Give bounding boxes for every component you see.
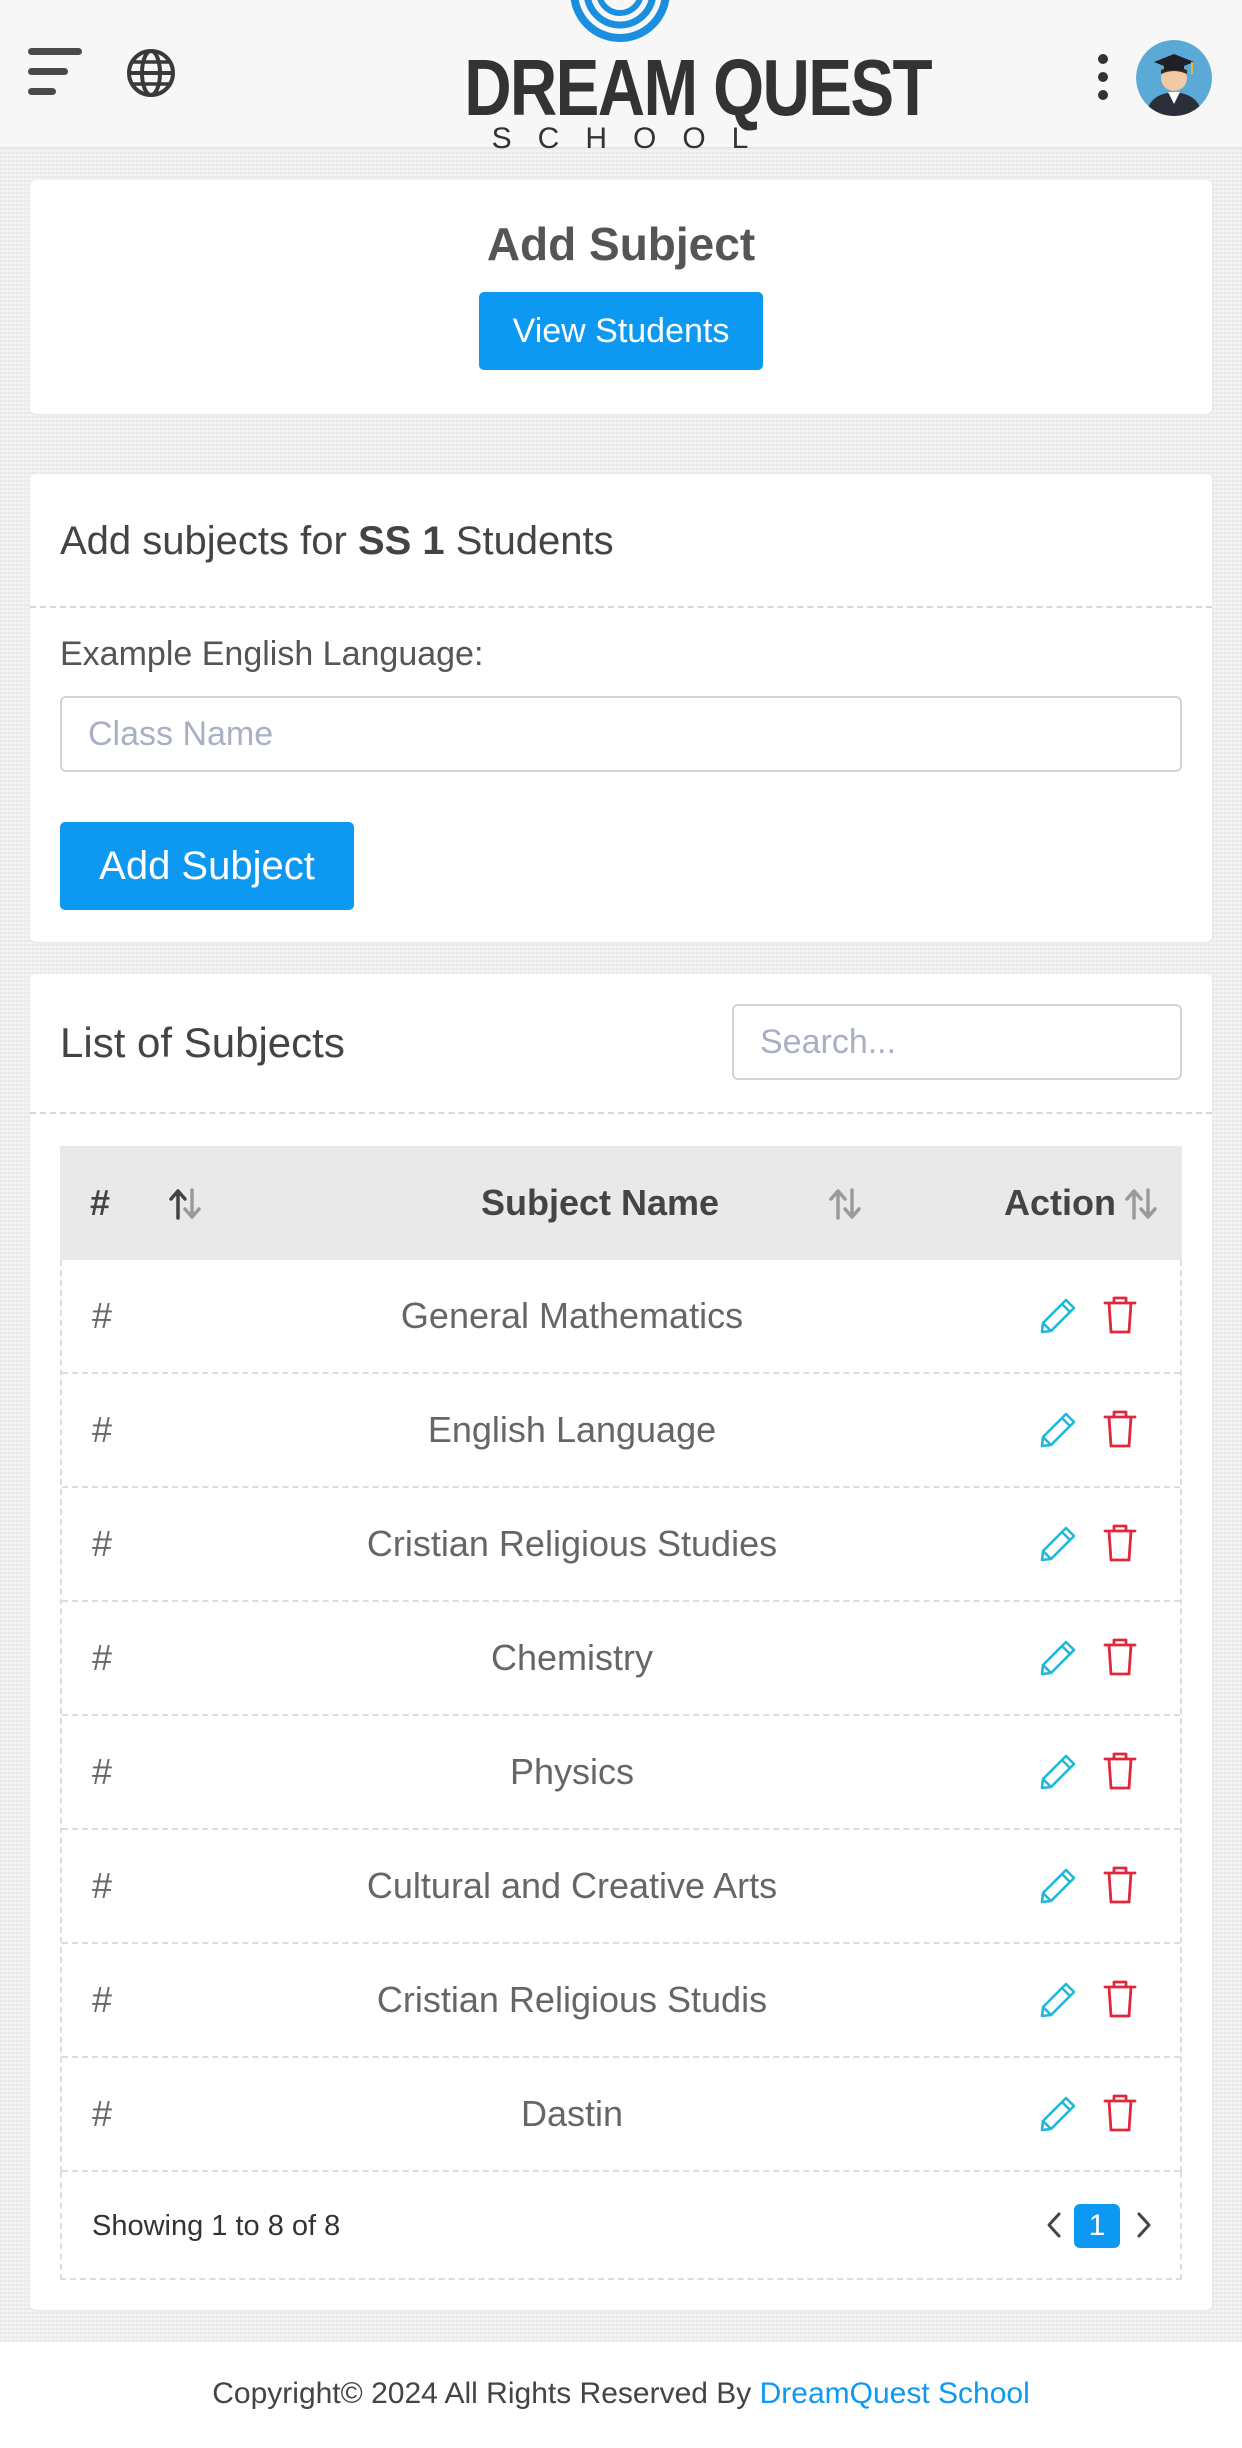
pencil-icon[interactable]: [1038, 1980, 1078, 2020]
row-subject-name: Cultural and Creative Arts: [366, 1865, 778, 1906]
table-row: # Cristian Religious Studies: [62, 1488, 1180, 1602]
form-heading: Add subjects for SS 1 Students: [60, 516, 614, 566]
brand-title: DREAM QUEST: [464, 43, 932, 132]
table-row: # General Mathematics: [62, 1260, 1180, 1374]
row-subject-name: General Mathematics: [400, 1295, 744, 1336]
trash-icon[interactable]: [1102, 1864, 1138, 1906]
row-hash: #: [92, 1295, 113, 1336]
pencil-icon[interactable]: [1038, 1410, 1078, 1450]
table-row: # Cristian Religious Studis: [62, 1944, 1180, 2058]
table-row: # English Language: [62, 1374, 1180, 1488]
brand-subtitle: SCHOOL: [491, 122, 775, 155]
copyright-label: Copyright© 2024 All Rights Reserved By: [212, 2377, 760, 2410]
trash-icon[interactable]: [1102, 2092, 1138, 2134]
column-header-action[interactable]: Action: [1004, 1178, 1116, 1228]
page-title: Add Subject: [486, 218, 756, 270]
table-row: # Physics: [62, 1716, 1180, 1830]
showing-entries-text: Showing 1 to 8 of 8: [92, 2210, 341, 2242]
row-subject-name: Chemistry: [490, 1637, 654, 1678]
top-header: DREAM QUEST SCHOOL: [0, 0, 1242, 154]
form-heading-class: SS 1: [357, 519, 445, 563]
list-card-header: List of Subjects: [30, 974, 1212, 1114]
vertical-dots-icon[interactable]: [1094, 54, 1112, 100]
class-name-input[interactable]: [60, 696, 1182, 772]
trash-icon[interactable]: [1102, 1408, 1138, 1450]
pencil-icon[interactable]: [1038, 1752, 1078, 1792]
brand-logo[interactable]: DREAM QUEST SCHOOL: [430, 0, 933, 154]
row-hash: #: [92, 1409, 113, 1450]
chevron-right-icon[interactable]: [1132, 2210, 1156, 2240]
table-row: # Dastin: [62, 2058, 1180, 2172]
row-hash: #: [92, 1523, 113, 1564]
table-row: # Cultural and Creative Arts: [62, 1830, 1180, 1944]
globe-icon[interactable]: [126, 48, 176, 98]
pencil-icon[interactable]: [1038, 1866, 1078, 1906]
table-row: # Chemistry: [62, 1602, 1180, 1716]
search-input[interactable]: [732, 1004, 1182, 1080]
list-heading: List of Subjects: [60, 1019, 345, 1066]
add-subject-button[interactable]: Add Subject: [60, 822, 354, 910]
add-subject-card: Add Subject View Students: [30, 180, 1212, 414]
copyright-text: Copyright© 2024 All Rights Reserved By D…: [0, 2376, 1242, 2412]
row-hash: #: [92, 1637, 113, 1678]
trash-icon[interactable]: [1102, 1750, 1138, 1792]
row-subject-name: Physics: [509, 1751, 635, 1792]
pagination-page-1[interactable]: 1: [1074, 2204, 1120, 2248]
table-footer: Showing 1 to 8 of 8 1: [60, 2172, 1182, 2280]
chevron-left-icon[interactable]: [1042, 2210, 1066, 2240]
view-students-button[interactable]: View Students: [479, 292, 763, 370]
subject-list-card: List of Subjects # Subject Name Action #…: [30, 974, 1212, 2310]
example-label: Example English Language:: [60, 635, 484, 673]
sort-arrows-icon[interactable]: [828, 1186, 862, 1222]
pencil-icon[interactable]: [1038, 2094, 1078, 2134]
form-heading-prefix: Add subjects for: [60, 519, 358, 563]
column-header-subject-name[interactable]: Subject Name: [120, 1178, 1080, 1228]
form-card-header: Add subjects for SS 1 Students: [30, 474, 1212, 608]
sort-arrows-icon[interactable]: [1124, 1186, 1158, 1222]
row-subject-name: Cristian Religious Studies: [366, 1523, 778, 1564]
row-hash: #: [92, 1979, 113, 2020]
row-hash: #: [92, 1751, 113, 1792]
trash-icon[interactable]: [1102, 1636, 1138, 1678]
trash-icon[interactable]: [1102, 1978, 1138, 2020]
hamburger-menu-icon[interactable]: [28, 48, 84, 96]
add-subject-form-card: Add subjects for SS 1 Students Example E…: [30, 474, 1212, 942]
pencil-icon[interactable]: [1038, 1524, 1078, 1564]
trash-icon[interactable]: [1102, 1522, 1138, 1564]
row-subject-name: English Language: [427, 1409, 717, 1450]
table-header: # Subject Name Action: [60, 1146, 1182, 1260]
row-hash: #: [92, 1865, 113, 1906]
footer-school-link[interactable]: DreamQuest School: [760, 2377, 1030, 2410]
trash-icon[interactable]: [1102, 1294, 1138, 1336]
pencil-icon[interactable]: [1038, 1296, 1078, 1336]
logo-arc-icon: [570, 0, 670, 42]
row-subject-name: Cristian Religious Studis: [376, 1979, 768, 2020]
pencil-icon[interactable]: [1038, 1638, 1078, 1678]
row-subject-name: Dastin: [520, 2093, 624, 2134]
subjects-table: # Subject Name Action # General Mathemati…: [60, 1146, 1182, 2280]
form-heading-suffix: Students: [444, 519, 614, 563]
avatar[interactable]: [1136, 40, 1212, 116]
page-footer: Copyright© 2024 All Rights Reserved By D…: [0, 2342, 1242, 2448]
column-header-hash[interactable]: #: [90, 1178, 110, 1228]
row-hash: #: [92, 2093, 113, 2134]
table-body: # General Mathematics # English Language # Cr…: [60, 1260, 1182, 2172]
